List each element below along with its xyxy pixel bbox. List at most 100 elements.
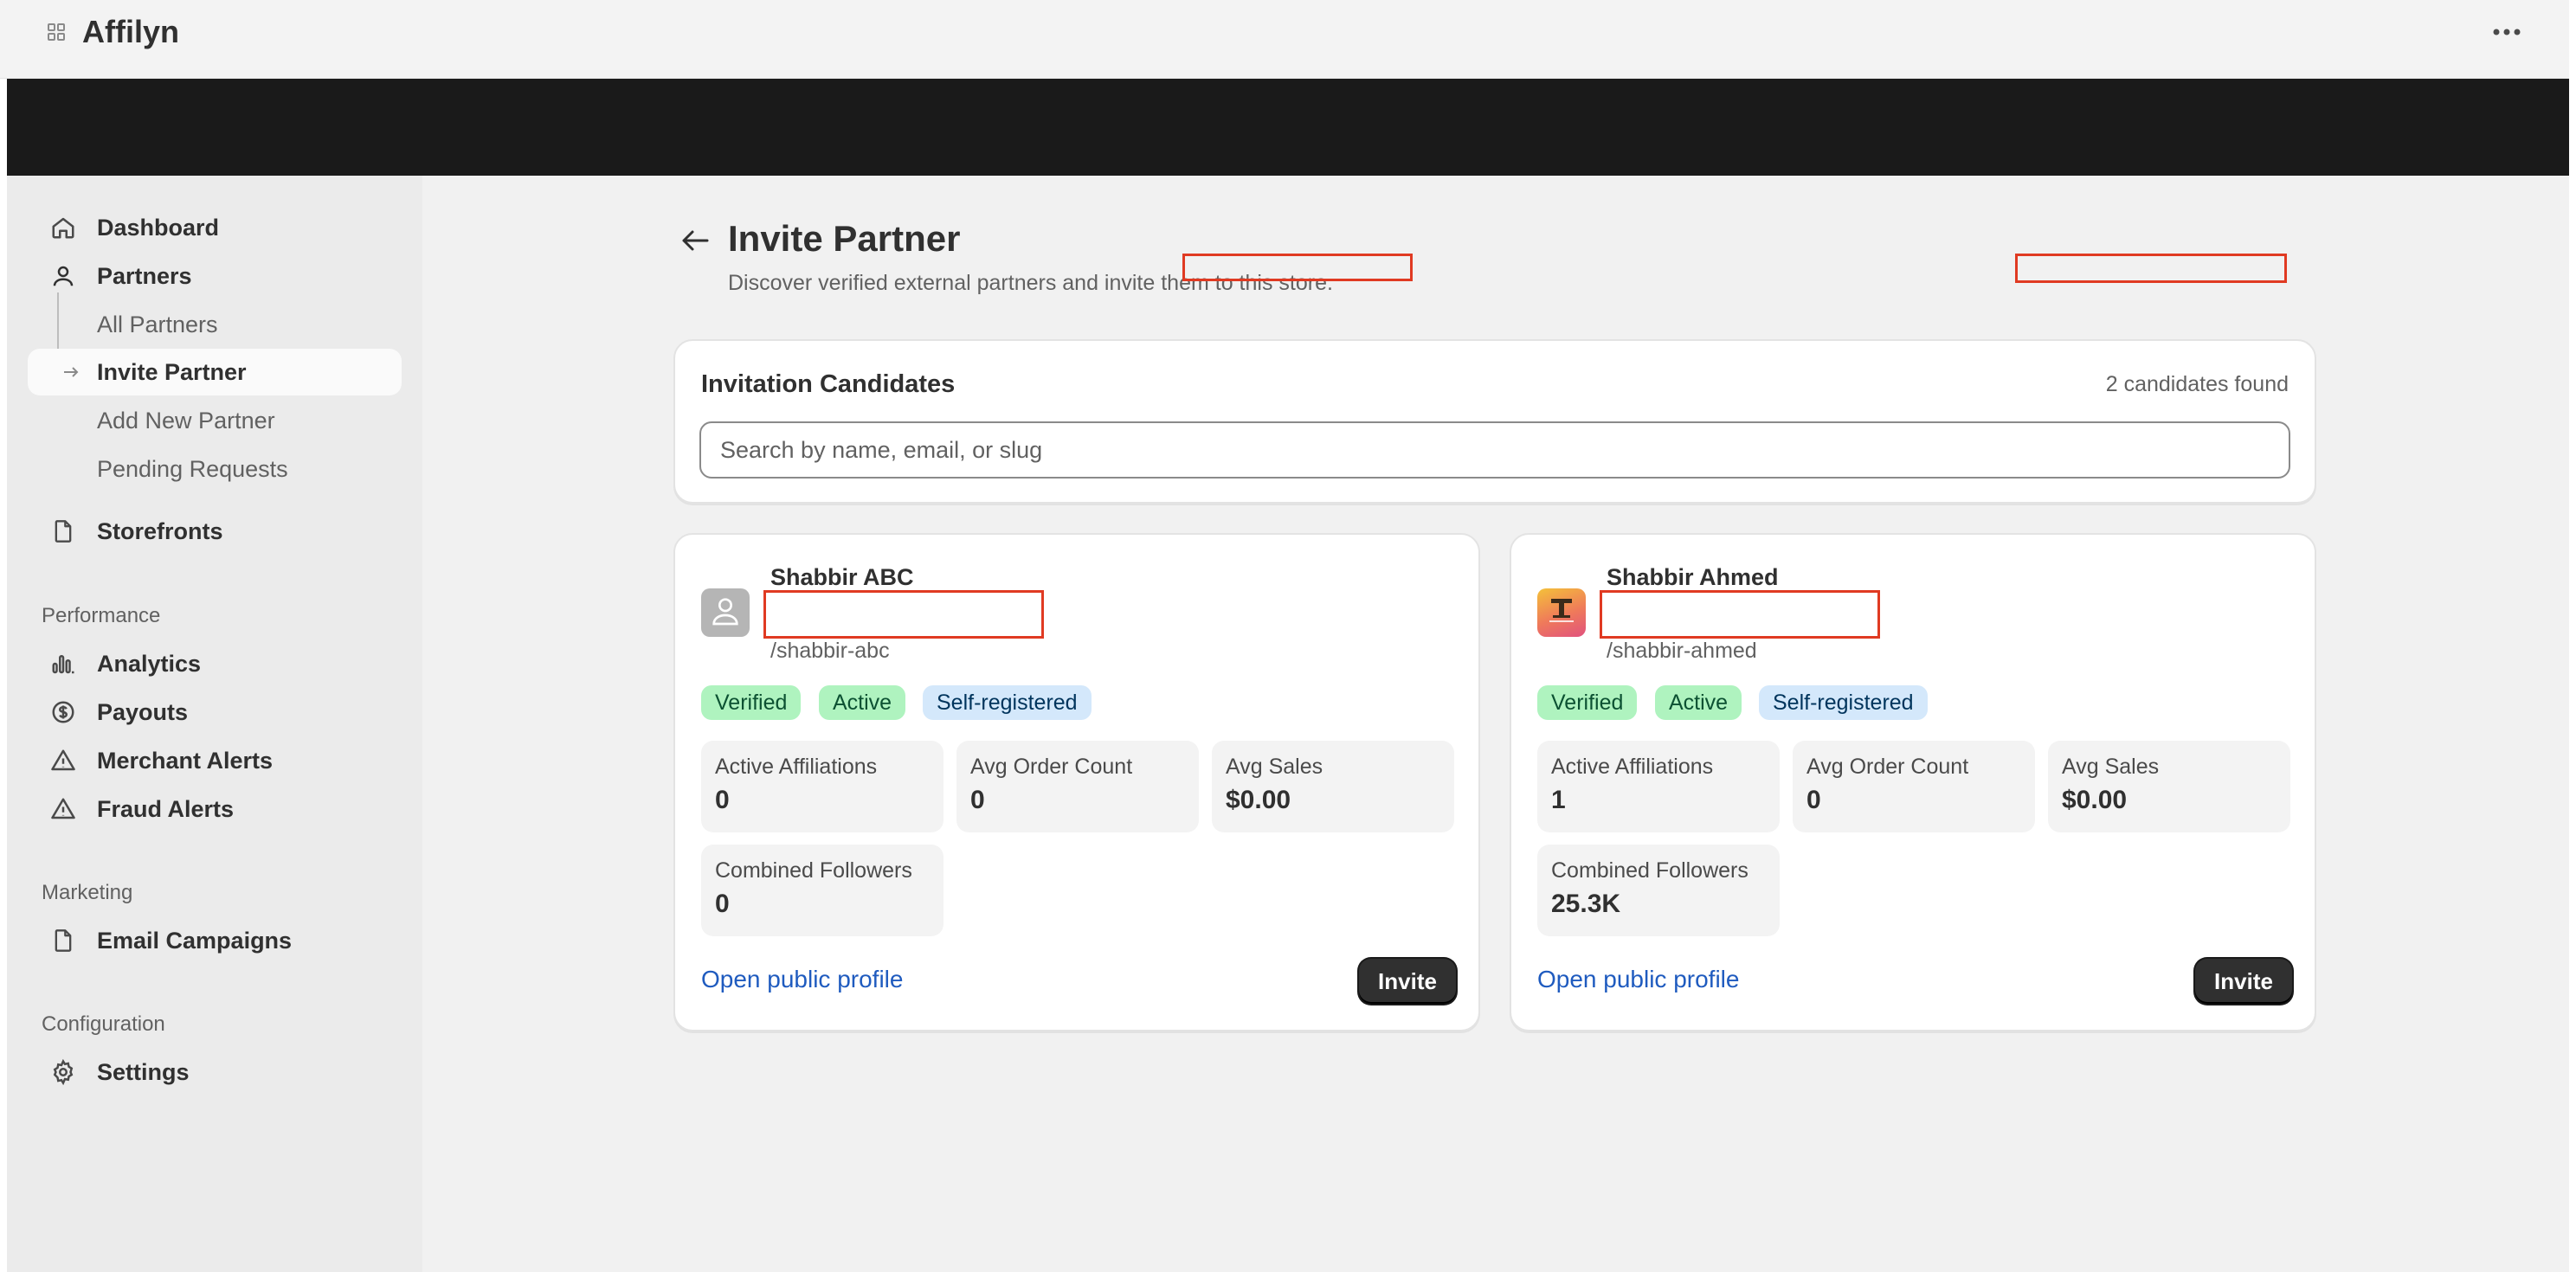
app-logo-icon — [42, 17, 71, 47]
sidebar-item-label: Storefronts — [97, 517, 223, 544]
badge-active: Active — [1655, 685, 1742, 720]
sidebar-item-partners[interactable]: Partners — [28, 253, 402, 299]
brand-logo-icon — [1544, 594, 1579, 633]
section-label-performance: Performance — [42, 604, 161, 627]
avatar — [701, 588, 750, 637]
left-frame-edge — [0, 79, 7, 1272]
candidate-count: 2 candidates found — [2105, 372, 2289, 396]
badge-self-registered: Self-registered — [1759, 685, 1928, 720]
open-public-profile-link[interactable]: Open public profile — [701, 966, 903, 993]
sidebar-item-merchant-alerts[interactable]: Merchant Alerts — [28, 737, 402, 784]
stat-active-affiliations: Active Affiliations 1 — [1537, 741, 1780, 832]
sidebar-item-label: All Partners — [97, 311, 218, 337]
sidebar-item-label: Payouts — [97, 698, 189, 725]
stat-avg-order-count: Avg Order Count 0 — [956, 741, 1199, 832]
section-label-marketing: Marketing — [42, 881, 133, 904]
sidebar-item-label: Pending Requests — [97, 455, 288, 482]
sidebar-item-email-campaigns[interactable]: Email Campaigns — [28, 917, 402, 964]
partner-name: Shabbir Ahmed — [1607, 564, 1779, 590]
page-icon — [48, 517, 78, 546]
search-input[interactable] — [699, 421, 2290, 479]
home-icon — [48, 213, 78, 242]
back-arrow-icon[interactable] — [673, 222, 717, 260]
sidebar-item-label: Email Campaigns — [97, 927, 293, 954]
stat-active-affiliations: Active Affiliations 0 — [701, 741, 943, 832]
stat-value: 0 — [715, 890, 730, 918]
alert-triangle-icon — [48, 746, 78, 775]
partner-slug: /shabbir-abc — [770, 639, 890, 663]
stat-label: Avg Sales — [1226, 755, 1323, 779]
card-title: Invitation Candidates — [701, 370, 956, 398]
open-public-profile-link[interactable]: Open public profile — [1537, 966, 1739, 993]
badge-verified: Verified — [1537, 685, 1638, 720]
badge-verified: Verified — [701, 685, 802, 720]
stat-label: Avg Sales — [2062, 755, 2160, 779]
stat-label: Active Affiliations — [715, 755, 878, 779]
gear-icon — [48, 1057, 78, 1087]
stat-label: Avg Order Count — [1806, 755, 1969, 779]
stat-avg-order-count: Avg Order Count 0 — [1793, 741, 2035, 832]
stat-value: $0.00 — [2062, 786, 2128, 814]
sidebar-item-label: Analytics — [97, 650, 202, 677]
sidebar-item-label: Fraud Alerts — [97, 795, 235, 822]
stat-value: 0 — [970, 786, 985, 814]
bar-chart-icon — [48, 649, 78, 678]
stat-value: 0 — [1806, 786, 1821, 814]
stat-label: Active Affiliations — [1551, 755, 1714, 779]
redaction-box — [763, 590, 1044, 639]
right-frame-edge — [2569, 0, 2576, 1272]
person-icon — [48, 261, 78, 291]
sidebar-item-all-partners[interactable]: All Partners — [28, 301, 402, 348]
stat-value: 1 — [1551, 786, 1566, 814]
redaction-box — [2015, 254, 2287, 283]
sidebar-item-label: Settings — [97, 1058, 190, 1085]
badge-self-registered: Self-registered — [923, 685, 1092, 720]
badge-active: Active — [819, 685, 906, 720]
sidebar-item-analytics[interactable]: Analytics — [28, 640, 402, 687]
stat-label: Combined Followers — [1551, 858, 1748, 883]
redaction-box — [1182, 254, 1413, 281]
alert-triangle-icon — [48, 794, 78, 824]
candidate-card: Shabbir Ahmed /shabbir-ahmed Verified Ac… — [1510, 533, 2316, 1031]
app-title: Affilyn — [82, 14, 179, 49]
sidebar-item-label: Dashboard — [97, 214, 220, 241]
stat-value: $0.00 — [1226, 786, 1291, 814]
stat-combined-followers: Combined Followers 0 — [701, 845, 943, 936]
sidebar-item-label: Invite Partner — [97, 358, 247, 385]
sidebar-item-pending-requests[interactable]: Pending Requests — [28, 446, 402, 492]
arrow-right-icon — [64, 366, 80, 382]
sidebar: Dashboard Partners All Partners Invite P… — [7, 176, 422, 1272]
sidebar-item-add-new-partner[interactable]: Add New Partner — [28, 397, 402, 444]
sidebar-item-invite-partner[interactable]: Invite Partner — [28, 349, 402, 395]
more-actions-icon[interactable] — [2488, 17, 2526, 47]
person-placeholder-icon — [708, 594, 743, 633]
invite-button[interactable]: Invite — [2195, 959, 2292, 1004]
sidebar-item-settings[interactable]: Settings — [28, 1049, 402, 1095]
stat-avg-sales: Avg Sales $0.00 — [1212, 741, 1454, 832]
stat-combined-followers: Combined Followers 25.3K — [1537, 845, 1780, 936]
avatar — [1537, 588, 1586, 637]
sidebar-item-fraud-alerts[interactable]: Fraud Alerts — [28, 786, 402, 832]
invite-button[interactable]: Invite — [1359, 959, 1456, 1004]
stat-value: 25.3K — [1551, 890, 1621, 918]
top-banner — [7, 79, 2569, 176]
sidebar-item-dashboard[interactable]: Dashboard — [28, 204, 402, 251]
page-title: Invite Partner — [728, 218, 961, 259]
sidebar-item-label: Add New Partner — [97, 407, 275, 434]
sidebar-item-label: Partners — [97, 262, 192, 289]
stat-label: Combined Followers — [715, 858, 912, 883]
partner-name: Shabbir ABC — [770, 564, 914, 590]
sidebar-item-payouts[interactable]: Payouts — [28, 689, 402, 736]
stat-value: 0 — [715, 786, 730, 814]
stat-avg-sales: Avg Sales $0.00 — [2048, 741, 2290, 832]
stat-label: Avg Order Count — [970, 755, 1133, 779]
sidebar-item-storefronts[interactable]: Storefronts — [28, 508, 402, 555]
candidate-card: Shabbir ABC /shabbir-abc Verified Active… — [673, 533, 1480, 1031]
dollar-circle-icon — [48, 697, 78, 727]
page-icon — [48, 926, 78, 955]
app-header: Affilyn — [0, 0, 2576, 79]
sidebar-item-label: Merchant Alerts — [97, 747, 274, 774]
section-label-configuration: Configuration — [42, 1012, 165, 1036]
redaction-box — [1600, 590, 1880, 639]
partner-slug: /shabbir-ahmed — [1607, 639, 1757, 663]
